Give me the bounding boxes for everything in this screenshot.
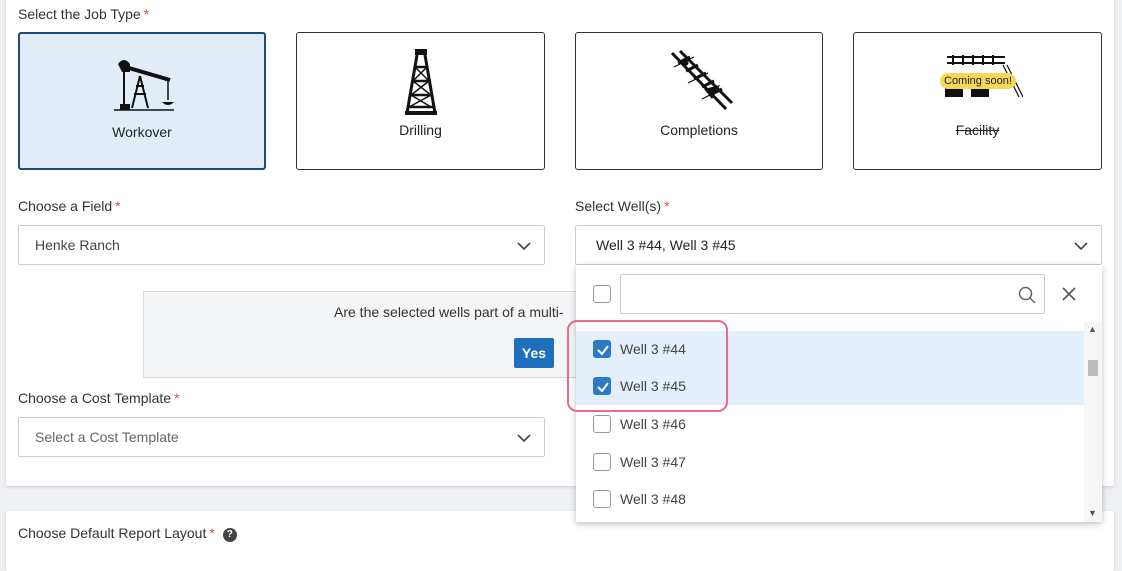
yes-button[interactable]: Yes (514, 338, 554, 368)
well-option-label: Well 3 #46 (620, 416, 686, 432)
scroll-down-icon[interactable]: ▼ (1088, 508, 1097, 518)
multi-well-prompt: Are the selected wells part of a multi- … (143, 291, 603, 378)
job-type-completions[interactable]: Completions (575, 32, 823, 170)
job-type-facility[interactable]: Coming soon! Facility (853, 32, 1102, 170)
cost-template-select[interactable]: Select a Cost Template (18, 417, 545, 457)
job-type-workover[interactable]: Workover (18, 32, 266, 170)
well-option[interactable]: Well 3 #47 (576, 444, 1084, 481)
highlight-annotation (567, 320, 728, 412)
drilling-rig-icon (404, 49, 437, 115)
search-icon (1018, 286, 1036, 304)
report-layout-label: Choose Default Report Layout *? (18, 525, 237, 542)
field-label: Choose a Field * (18, 198, 121, 214)
chevron-down-icon (517, 434, 531, 443)
completions-icon (670, 49, 734, 111)
help-icon[interactable]: ? (222, 528, 237, 542)
chevron-down-icon (1074, 242, 1088, 251)
scrollbar-thumb[interactable] (1088, 360, 1098, 376)
field-select[interactable]: Henke Ranch (18, 225, 545, 265)
select-all-checkbox[interactable] (593, 285, 611, 303)
field-select-value: Henke Ranch (35, 237, 120, 253)
job-type-label-facility: Facility (955, 122, 1000, 138)
job-type-label-drilling: Drilling (399, 122, 442, 138)
checkbox[interactable] (593, 453, 611, 471)
job-type-drilling[interactable]: Drilling (296, 32, 545, 170)
wells-label: Select Well(s) * (575, 198, 670, 214)
chevron-down-icon (517, 242, 531, 251)
job-type-label: Select the Job Type * (18, 6, 150, 22)
dropdown-scrollbar[interactable]: ▲ ▼ (1084, 322, 1102, 522)
cost-template-placeholder: Select a Cost Template (35, 429, 179, 445)
well-option-label: Well 3 #47 (620, 454, 686, 470)
wells-select[interactable]: Well 3 #44, Well 3 #45 (575, 225, 1102, 265)
job-type-label-workover: Workover (112, 124, 172, 140)
checkbox[interactable] (593, 415, 611, 433)
cost-template-label: Choose a Cost Template * (18, 390, 180, 406)
scroll-up-icon[interactable]: ▲ (1088, 324, 1097, 334)
coming-soon-badge: Coming soon! (940, 73, 1016, 89)
pumpjack-icon (114, 60, 174, 111)
multi-well-prompt-text: Are the selected wells part of a multi- (334, 304, 564, 320)
well-option-label: Well 3 #48 (620, 491, 686, 507)
wells-select-value: Well 3 #44, Well 3 #45 (596, 237, 736, 253)
job-type-label-completions: Completions (660, 122, 738, 138)
well-option[interactable]: Well 3 #48 (576, 481, 1084, 518)
well-search-input[interactable] (620, 274, 1045, 314)
close-icon[interactable] (1062, 287, 1076, 301)
checkbox[interactable] (593, 490, 611, 508)
